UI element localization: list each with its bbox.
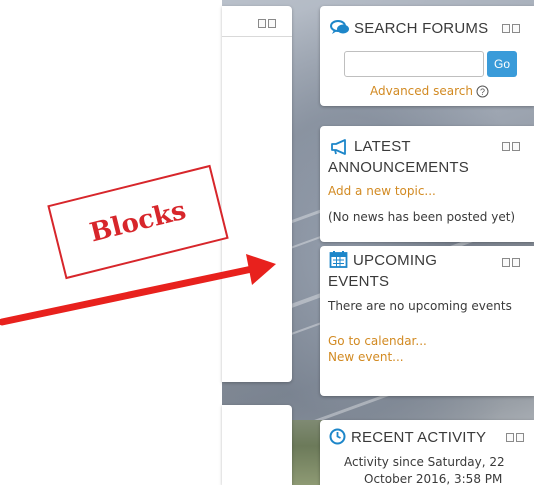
- block-controls-icon[interactable]: [502, 258, 522, 267]
- chat-bubbles-icon: [330, 20, 349, 34]
- block-title-line2: EVENTS: [328, 273, 390, 290]
- recent-activity-block: RECENT ACTIVITY Activity since Saturday,…: [320, 420, 534, 485]
- search-input[interactable]: [344, 51, 484, 77]
- activity-since-text: Activity since Saturday, 22: [344, 455, 505, 469]
- svg-text:?: ?: [480, 87, 485, 97]
- block-controls-icon[interactable]: [502, 142, 522, 151]
- block-title-line1: UPCOMING: [353, 252, 438, 269]
- latest-announcements-block: LATEST ANNOUNCEMENTS Add a new topic... …: [320, 126, 534, 242]
- advanced-search-link[interactable]: Advanced search: [370, 84, 473, 98]
- activity-date-text: October 2016, 3:58 PM: [364, 472, 503, 485]
- no-events-text: There are no upcoming events: [328, 299, 512, 313]
- go-to-calendar-link[interactable]: Go to calendar...: [328, 334, 427, 348]
- megaphone-icon: [331, 139, 346, 155]
- clock-icon: [329, 428, 346, 445]
- calendar-icon: [329, 251, 348, 268]
- block-title-line1: LATEST: [354, 138, 411, 155]
- block-title: SEARCH FORUMS: [354, 20, 489, 37]
- block-controls-icon[interactable]: [506, 433, 526, 442]
- main-content-panel: [222, 6, 292, 382]
- blocks-callout: Blocks: [47, 164, 229, 280]
- add-topic-link[interactable]: Add a new topic...: [328, 184, 436, 198]
- new-event-link[interactable]: New event...: [328, 350, 404, 364]
- no-news-text: (No news has been posted yet): [328, 210, 516, 224]
- go-button[interactable]: Go: [487, 51, 517, 77]
- main-content-panel-lower: [222, 405, 292, 485]
- upcoming-events-block: UPCOMING EVENTS There are no upcoming ev…: [320, 246, 534, 396]
- block-title-line2: ANNOUNCEMENTS: [328, 159, 469, 176]
- block-controls-icon[interactable]: [502, 24, 522, 33]
- block-controls-icon[interactable]: [258, 19, 278, 28]
- callout-label: Blocks: [86, 195, 190, 249]
- help-circle-icon[interactable]: ?: [476, 85, 489, 98]
- block-title: RECENT ACTIVITY: [351, 429, 487, 446]
- search-forums-block: SEARCH FORUMS Go Advanced search ?: [320, 6, 534, 106]
